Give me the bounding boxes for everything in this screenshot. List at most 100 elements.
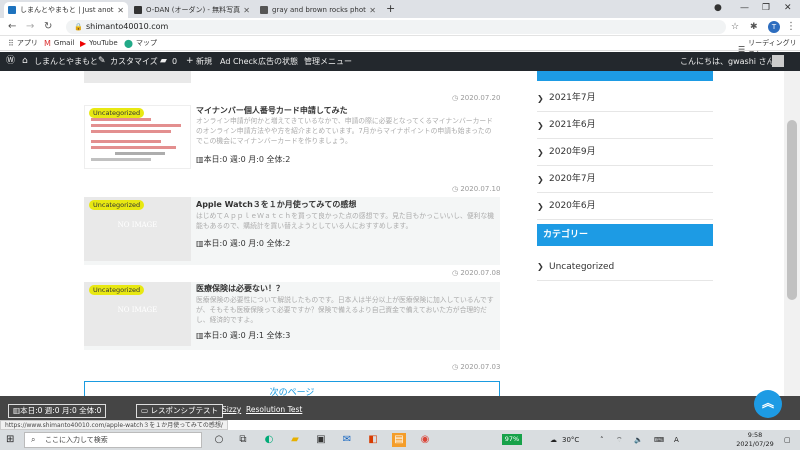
admin-menu-link[interactable]: 管理メニュー (304, 52, 352, 71)
close-tab-icon[interactable]: ✕ (243, 6, 250, 15)
post-title[interactable]: マイナンバー個人番号カード申請してみた (196, 105, 348, 116)
browser-menu-icon[interactable]: ⋮ (786, 20, 796, 34)
extensions-icon[interactable]: ✱ (750, 20, 758, 34)
site-name-link[interactable]: しまんとやまもと (34, 52, 98, 71)
status-url-tooltip: https://www.shimanto40010.com/apple-watc… (0, 420, 228, 430)
taskbar-search-input[interactable]: ⌕ ここに入力して検索 (24, 432, 202, 448)
chrome-icon[interactable]: ◉ (418, 433, 432, 447)
post-thumbnail[interactable] (84, 71, 191, 83)
bookmark-gmail[interactable]: M Gmail (44, 38, 74, 49)
debug-toolbar: ▥本日:0 週:0 月:0 全体:0 ▭ レスポンシブテスト Sizzy Res… (0, 396, 800, 420)
url-input[interactable]: 🔒 shimanto40010.com (66, 20, 726, 34)
responsive-test-button[interactable]: ▭ レスポンシブテスト (136, 404, 223, 418)
file-explorer-icon[interactable]: ▰ (288, 433, 302, 447)
chart-icon: ▥ (196, 239, 204, 248)
lock-icon: 🔒 (74, 23, 83, 31)
ad-check-link[interactable]: Ad Check (220, 52, 258, 71)
clock-time: 9:58 (747, 431, 763, 439)
sizzy-link[interactable]: Sizzy (222, 405, 241, 414)
new-link[interactable]: 新規 (196, 52, 212, 71)
home-icon: ⌂ (22, 56, 28, 66)
post-date: ◷ 2020.07.03 (452, 363, 501, 371)
scroll-to-top-button[interactable]: ︽ (754, 390, 782, 418)
weather-icon[interactable]: ☁ (550, 434, 557, 446)
archive-widget-header (537, 71, 713, 81)
gmail-icon: M (44, 39, 51, 48)
browser-tab-3[interactable]: gray and brown rocks photo – Fr... ✕ (256, 2, 380, 18)
forward-icon[interactable]: → (26, 20, 34, 34)
post-stats: ▥本日:0 週:0 月:0 全体:2 (196, 155, 291, 164)
archive-item[interactable]: ❯ 2020年6月 (537, 193, 713, 220)
bookmark-apps[interactable]: ⠿ アプリ (8, 38, 38, 49)
bookmark-youtube[interactable]: ▶ YouTube (80, 38, 118, 49)
bookmark-maps[interactable]: ⬤ マップ (124, 38, 157, 49)
post-title[interactable]: Apple Watch３を１か月使ってみての感想 (196, 199, 356, 210)
notification-icon[interactable]: ▢ (784, 434, 791, 446)
url-text: shimanto40010.com (86, 22, 169, 31)
resolution-test-link[interactable]: Resolution Test (246, 405, 302, 414)
speaker-icon[interactable]: 🔈 (634, 434, 643, 446)
scrollbar-thumb[interactable] (787, 120, 797, 300)
previous-post-remnant (84, 71, 500, 83)
store-icon[interactable]: ▣ (314, 433, 328, 447)
cortana-icon[interactable]: ○ (212, 433, 226, 447)
line-app-icon[interactable]: ▤ (392, 433, 406, 447)
archive-item[interactable]: ❯ 2021年7月 (537, 85, 713, 112)
maximize-icon[interactable]: ❐ (762, 2, 770, 14)
next-page-button[interactable]: 次のページ (84, 381, 500, 396)
temperature[interactable]: 30°C (562, 434, 579, 446)
browser-tab-2[interactable]: O-DAN (オーダン) - 無料写真素材... ✕ (130, 2, 254, 18)
customize-link[interactable]: カスタマイズ (110, 52, 158, 71)
tab-search-icon[interactable]: ● (714, 2, 722, 14)
back-icon[interactable]: ← (8, 20, 16, 34)
edge-icon[interactable]: ◐ (262, 433, 276, 447)
new-tab-icon[interactable]: + (386, 2, 395, 16)
browser-tab-1[interactable]: しまんとやまもと | Just another Wo... ✕ (4, 2, 128, 18)
post-date: ◷ 2020.07.20 (452, 94, 501, 102)
chevron-up-icon[interactable]: ˄ (600, 434, 604, 446)
category-badge[interactable]: Uncategorized (89, 108, 145, 118)
office-icon[interactable]: ◧ (366, 433, 380, 447)
post-excerpt: 医療保険の必要性について解説したものです。日本人は半分以上が医療保険に加入してい… (196, 296, 494, 324)
category-widget-header: カテゴリー (537, 224, 713, 246)
close-window-icon[interactable]: ✕ (784, 2, 792, 14)
task-view-icon[interactable]: ⧉ (236, 433, 250, 447)
windows-start-icon[interactable]: ⊞ (6, 434, 14, 446)
user-avatar[interactable] (772, 55, 784, 67)
category-badge[interactable]: Uncategorized (89, 200, 145, 210)
bookmark-label: Gmail (53, 39, 75, 47)
comment-icon[interactable]: ▰ (160, 52, 167, 71)
keyboard-icon[interactable]: ⌨ (654, 434, 664, 446)
apps-grid-icon: ⠿ (8, 39, 14, 48)
bookmark-star-icon[interactable]: ☆ (731, 20, 739, 34)
category-item[interactable]: ❯ Uncategorized (537, 255, 713, 281)
archive-item[interactable]: ❯ 2021年6月 (537, 112, 713, 139)
post-excerpt: はじめてＡｐｐｌｅＷａｔｃｈを買って良かった点の感想です。見た目もかっこいいし、… (196, 212, 495, 230)
bookmarks-bar: ⠿ アプリ M Gmail ▶ YouTube ⬤ マップ ☰ リーディングリス… (0, 36, 800, 58)
taskbar-clock[interactable]: 9:58 2021/07/29 (730, 431, 780, 449)
post-card: NO IMAGE Uncategorized 医療保険は必要ない！？ 医療保険の… (84, 282, 500, 350)
category-badge[interactable]: Uncategorized (89, 285, 145, 295)
close-tab-icon[interactable]: ✕ (117, 6, 124, 15)
unsplash-favicon-icon (260, 6, 268, 14)
stats-button[interactable]: ▥本日:0 週:0 月:0 全体:0 (8, 404, 107, 418)
archive-item[interactable]: ❯ 2020年9月 (537, 139, 713, 166)
reload-icon[interactable]: ↻ (44, 20, 52, 34)
minimize-icon[interactable]: — (740, 2, 749, 14)
archive-item[interactable]: ❯ 2020年7月 (537, 166, 713, 193)
wordpress-logo-icon[interactable]: Ⓦ (6, 52, 15, 71)
close-tab-icon[interactable]: ✕ (369, 6, 376, 15)
comment-count[interactable]: 0 (172, 52, 177, 71)
post-title[interactable]: 医療保険は必要ない！？ (196, 283, 284, 294)
site-favicon-icon (8, 6, 16, 14)
chevron-right-icon: ❯ (537, 94, 544, 103)
profile-avatar[interactable]: T (768, 21, 780, 33)
ime-a-icon[interactable]: A (674, 434, 679, 446)
network-icon[interactable]: ⌔ (616, 434, 623, 446)
post-date: ◷ 2020.07.08 (452, 269, 501, 277)
user-greeting[interactable]: こんにちは、gwashi さん (680, 52, 775, 71)
battery-indicator[interactable]: 97% (502, 434, 522, 445)
search-placeholder: ここに入力して検索 (45, 436, 108, 444)
mail-icon[interactable]: ✉ (340, 433, 354, 447)
ad-status-link[interactable]: 広告の状態 (258, 52, 298, 71)
